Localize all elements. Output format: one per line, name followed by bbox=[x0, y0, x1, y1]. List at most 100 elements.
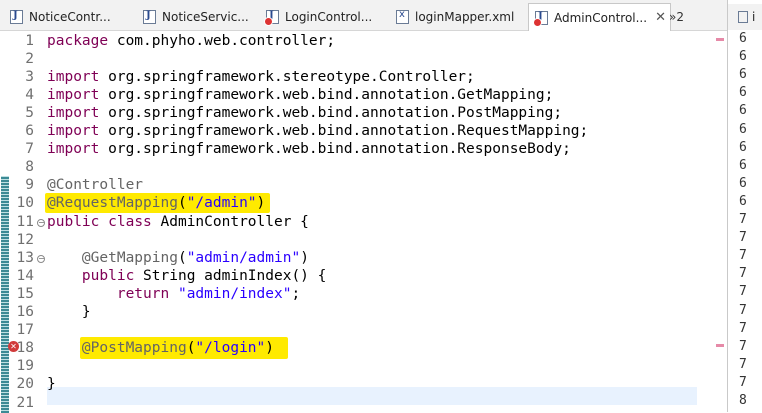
line-code: @GetMapping("admin/admin") bbox=[47, 249, 309, 267]
code-token: org.springframework.web.bind.annotation.… bbox=[99, 104, 563, 121]
code-token: ) bbox=[256, 195, 266, 212]
tab-label: AdminControl... bbox=[554, 10, 648, 25]
line-number: 7 bbox=[739, 356, 747, 372]
code-line[interactable]: 4 import org.springframework.web.bind.ann… bbox=[0, 86, 727, 104]
line-number: 6 bbox=[739, 31, 747, 46]
line-number: 7 bbox=[739, 230, 747, 246]
code-line[interactable]: 11 public class AdminController { bbox=[0, 213, 727, 231]
code-token: com.phyho.web.controller; bbox=[108, 32, 336, 49]
line-number: 9 bbox=[25, 177, 34, 194]
line-number: 6 bbox=[739, 157, 747, 173]
tab-notice-controller[interactable]: NoticeContr... bbox=[10, 4, 111, 30]
code-line[interactable]: 12 bbox=[0, 231, 727, 249]
line-number: 14 bbox=[16, 267, 34, 284]
line-code: import org.springframework.web.bind.anno… bbox=[47, 104, 562, 122]
line-code: public class AdminController { bbox=[47, 213, 309, 231]
code-line[interactable]: 16 } bbox=[0, 303, 727, 321]
overview-marker[interactable] bbox=[716, 38, 724, 41]
tab-notice-service[interactable]: NoticeServic... bbox=[143, 4, 249, 30]
java-file-error-icon bbox=[264, 10, 279, 26]
string-token: "admin/admin" bbox=[186, 249, 301, 266]
line-code: } bbox=[47, 375, 56, 393]
code-line[interactable]: 6 import org.springframework.web.bind.ann… bbox=[0, 122, 727, 140]
code-line[interactable]: 20} bbox=[0, 375, 727, 393]
error-icon[interactable]: ✕ bbox=[8, 341, 19, 352]
annotation-token: @PostMapping bbox=[81, 340, 187, 357]
line-code: import org.springframework.web.bind.anno… bbox=[47, 86, 553, 104]
code-line[interactable]: 19 bbox=[0, 357, 727, 375]
code-line[interactable]: 3 import org.springframework.stereotype.C… bbox=[0, 68, 727, 86]
line-number: 13 bbox=[16, 249, 34, 266]
code-line[interactable]: 21 bbox=[0, 394, 727, 412]
keyword-token: return bbox=[116, 285, 170, 302]
right-panel-tab[interactable]: i bbox=[728, 4, 762, 30]
code-line[interactable]: 7 import org.springframework.web.bind.ann… bbox=[0, 140, 727, 158]
line-code: @Controller bbox=[47, 176, 143, 194]
tab-login-mapper[interactable]: loginMapper.xml bbox=[396, 4, 514, 30]
fold-icon[interactable]: − bbox=[37, 219, 45, 227]
fold-icon[interactable]: − bbox=[37, 255, 45, 263]
overview-error-marker[interactable] bbox=[716, 344, 724, 347]
code-line[interactable]: 1 package com.phyho.web.controller; bbox=[0, 32, 727, 50]
editor-tab-bar: NoticeContr... NoticeServic... LoginCont… bbox=[0, 0, 762, 31]
line-code: import org.springframework.stereotype.Co… bbox=[47, 68, 475, 86]
code-token: org.springframework.web.bind.annotation.… bbox=[99, 141, 571, 158]
line-code: package com.phyho.web.controller; bbox=[47, 32, 335, 50]
line-code: import org.springframework.web.bind.anno… bbox=[47, 140, 571, 158]
line-number: 6 bbox=[739, 49, 747, 65]
line-number: 4 bbox=[25, 86, 34, 103]
line-number: 7 bbox=[25, 141, 34, 158]
line-number: 7 bbox=[739, 266, 747, 282]
line-number: 3 bbox=[25, 68, 34, 85]
line-number: 6 bbox=[739, 103, 747, 119]
code-line[interactable]: 10 @RequestMapping("/admin") bbox=[0, 193, 727, 214]
code-line[interactable]: 15 return "admin/index"; bbox=[0, 285, 727, 303]
code-token: org.springframework.web.bind.annotation.… bbox=[99, 123, 589, 139]
line-code: import org.springframework.web.bind.anno… bbox=[47, 122, 588, 140]
line-number: 17 bbox=[16, 322, 34, 339]
code-line[interactable]: 9 @Controller bbox=[0, 176, 727, 194]
line-number: 6 bbox=[739, 67, 747, 83]
code-line[interactable]: 8 bbox=[0, 158, 727, 176]
code-line[interactable]: 5 import org.springframework.web.bind.ann… bbox=[0, 104, 727, 122]
line-number: 8 bbox=[739, 393, 747, 408]
code-line[interactable]: 14 public String adminIndex() { bbox=[0, 267, 727, 285]
line-number: 6 bbox=[25, 123, 34, 139]
highlighted-annotation: @RequestMapping("/admin") bbox=[45, 193, 271, 214]
code-line[interactable]: 13 @GetMapping("admin/admin") bbox=[0, 249, 727, 267]
line-number: 7 bbox=[739, 302, 747, 318]
line-number: 7 bbox=[739, 248, 747, 264]
code-token: String adminIndex() { bbox=[134, 267, 327, 284]
tab-label: loginMapper.xml bbox=[415, 10, 515, 24]
tab-admin-controller[interactable]: AdminControl... ✕ bbox=[528, 3, 671, 31]
right-tab-label: i bbox=[752, 10, 756, 24]
code-editor[interactable]: 1 package com.phyho.web.controller; 2 3 impo… bbox=[0, 31, 727, 413]
code-token: ( bbox=[177, 195, 187, 212]
string-token: "/login" bbox=[195, 340, 266, 357]
line-number: 7 bbox=[739, 374, 747, 390]
line-number: 12 bbox=[16, 231, 34, 248]
tab-login-controller[interactable]: LoginControl... bbox=[264, 4, 372, 30]
line-number: 7 bbox=[739, 338, 747, 354]
line-number: 11 bbox=[16, 213, 34, 230]
line-number: 10 bbox=[16, 195, 34, 212]
line-number: 6 bbox=[739, 85, 747, 101]
code-token: ) bbox=[300, 249, 309, 266]
java-file-icon bbox=[143, 10, 156, 24]
close-icon[interactable]: ✕ bbox=[655, 10, 666, 25]
tab-overflow-button[interactable]: »2 bbox=[669, 10, 684, 24]
line-number: 16 bbox=[16, 304, 34, 320]
annotation-token: @GetMapping bbox=[81, 249, 178, 266]
code-line[interactable]: 2 bbox=[0, 50, 727, 68]
annotation-token: @Controller bbox=[47, 177, 144, 194]
keyword-token: public bbox=[47, 213, 100, 230]
xml-file-icon bbox=[396, 9, 409, 24]
java-file-icon bbox=[738, 11, 748, 23]
line-number: 5 bbox=[25, 104, 34, 121]
line-number: 20 bbox=[16, 376, 34, 393]
line-number: 19 bbox=[16, 358, 34, 375]
code-line[interactable]: 18 @PostMapping("/login") bbox=[0, 337, 727, 360]
